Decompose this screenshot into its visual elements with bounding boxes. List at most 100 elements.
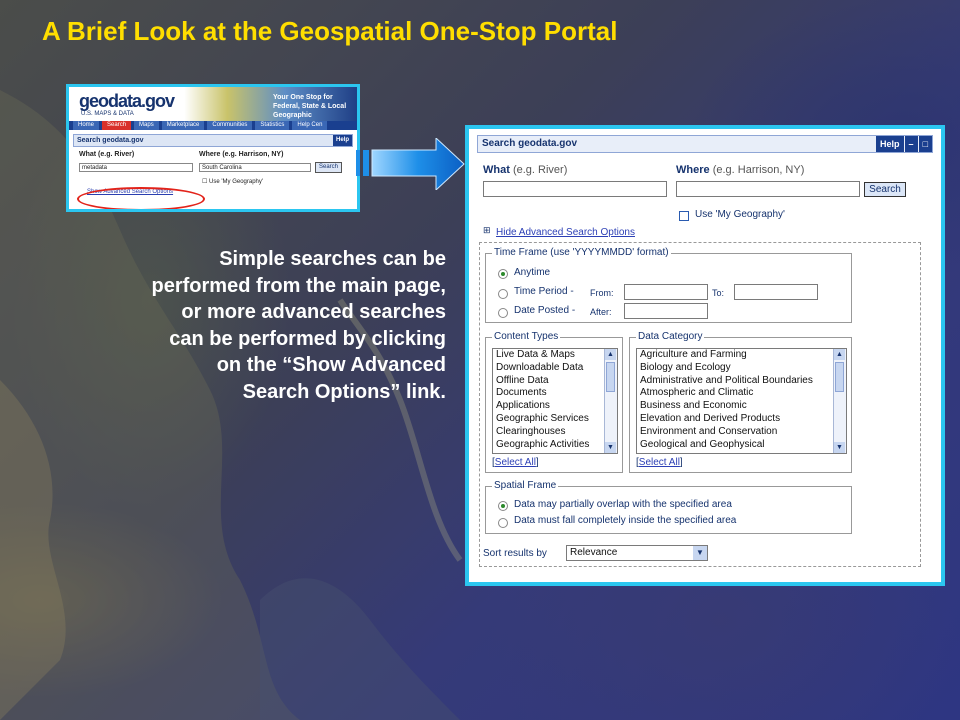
list-item[interactable]: Clearinghouses xyxy=(493,426,617,439)
date-posted-label: Date Posted - xyxy=(514,305,576,316)
collapse-icon[interactable]: ⊞ xyxy=(483,225,491,236)
advanced-search-panel: Search geodata.gov Help – □ What (e.g. R… xyxy=(465,125,945,586)
thumb-tab-communities[interactable]: Communities xyxy=(207,121,253,130)
scroll-up-icon[interactable]: ▲ xyxy=(834,349,845,360)
what-label: What (e.g. River) xyxy=(483,164,567,176)
fully-inside-label: Data must fall completely inside the spe… xyxy=(514,515,737,526)
thumb-help-button[interactable]: Help xyxy=(332,135,352,146)
list-item[interactable]: Geological and Geophysical xyxy=(637,439,846,452)
where-label: Where (e.g. Harrison, NY) xyxy=(676,164,804,176)
thumb-header-title: Search geodata.gov xyxy=(77,137,144,144)
content-types-legend: Content Types xyxy=(492,331,561,342)
list-item[interactable]: Geographic Activities xyxy=(493,439,617,452)
thumb-tab-home[interactable]: Home xyxy=(73,121,100,130)
list-item[interactable]: Live Data & Maps xyxy=(493,349,617,362)
from-date-input[interactable] xyxy=(624,284,708,300)
where-hint: (e.g. Harrison, NY) xyxy=(712,164,805,176)
scroll-thumb[interactable] xyxy=(606,362,615,392)
to-label: To: xyxy=(712,288,725,298)
data-category-legend: Data Category xyxy=(636,331,705,342)
list-item[interactable]: Business and Economic xyxy=(637,400,846,413)
thumb-tab-search[interactable]: Search xyxy=(102,121,132,130)
after-label: After: xyxy=(590,307,612,317)
use-geography-label: Use 'My Geography' xyxy=(695,209,785,220)
logo-subtitle: U.S. MAPS & DATA xyxy=(81,111,134,117)
slide-title: A Brief Look at the Geospatial One-Stop … xyxy=(42,16,618,46)
data-category-scrollbar[interactable]: ▲ ▼ xyxy=(833,349,846,453)
list-item[interactable]: Offline Data xyxy=(493,375,617,388)
time-frame-legend: Time Frame (use 'YYYYMMDD' format) xyxy=(492,247,671,258)
panel-header-buttons: Help – □ xyxy=(875,136,932,152)
help-button[interactable]: Help xyxy=(876,136,904,152)
list-item[interactable]: Agriculture and Farming xyxy=(637,349,846,362)
search-button[interactable]: Search xyxy=(864,182,906,197)
thumb-tab-maps[interactable]: Maps xyxy=(134,121,159,130)
list-item[interactable]: Biology and Ecology xyxy=(637,362,846,375)
thumb-what-input[interactable]: metadata xyxy=(79,163,193,172)
thumb-tab-help[interactable]: Help Cen xyxy=(292,121,328,130)
data-category-listbox[interactable]: Agriculture and Farming Biology and Ecol… xyxy=(636,348,847,454)
data-category-group: Data Category Agriculture and Farming Bi… xyxy=(629,331,852,473)
thumbnail-banner: geodata.gov U.S. MAPS & DATA Your One St… xyxy=(69,87,357,121)
date-posted-radio[interactable] xyxy=(498,308,508,318)
use-geography-checkbox[interactable] xyxy=(679,211,689,221)
list-item[interactable]: Elevation and Derived Products xyxy=(637,413,846,426)
select-all-link[interactable]: Select All xyxy=(639,457,680,468)
what-hint: (e.g. River) xyxy=(512,164,568,176)
hide-advanced-options-link[interactable]: Hide Advanced Search Options xyxy=(496,227,635,238)
partial-overlap-radio[interactable] xyxy=(498,501,508,511)
thumbnail-nav: Home Search Maps Marketplace Communities… xyxy=(69,121,357,130)
thumb-where-input[interactable]: South Carolina xyxy=(199,163,311,172)
content-types-select-all[interactable]: [Select All] xyxy=(492,457,539,468)
anytime-radio[interactable] xyxy=(498,269,508,279)
list-item[interactable]: Administrative and Political Boundaries xyxy=(637,375,846,388)
list-item[interactable]: Atmospheric and Climatic xyxy=(637,387,846,400)
anytime-label: Anytime xyxy=(514,267,551,278)
select-all-link[interactable]: Select All xyxy=(495,457,536,468)
what-input[interactable] xyxy=(483,181,667,197)
list-item[interactable]: Documents xyxy=(493,387,617,400)
spatial-frame-legend: Spatial Frame xyxy=(492,480,559,491)
sort-select[interactable]: Relevance ▼ xyxy=(566,545,708,561)
maximize-icon[interactable]: □ xyxy=(918,136,932,152)
to-date-input[interactable] xyxy=(734,284,818,300)
thumb-search-button[interactable]: Search xyxy=(315,162,343,173)
thumb-tab-marketplace[interactable]: Marketplace xyxy=(161,121,205,130)
where-label-text: Where xyxy=(676,164,710,176)
time-period-label: Time Period - xyxy=(514,286,574,297)
fully-inside-radio[interactable] xyxy=(498,518,508,528)
what-label-text: What xyxy=(483,164,510,176)
list-item[interactable]: Environment and Conservation xyxy=(637,426,846,439)
panel-header: Search geodata.gov Help – □ xyxy=(477,135,933,153)
description-text: Simple searches can be performed from th… xyxy=(151,248,447,403)
scroll-up-icon[interactable]: ▲ xyxy=(605,349,616,360)
list-item[interactable]: Geographic Services xyxy=(493,413,617,426)
chevron-down-icon[interactable]: ▼ xyxy=(693,546,707,560)
time-period-radio[interactable] xyxy=(498,289,508,299)
scroll-down-icon[interactable]: ▼ xyxy=(605,442,616,453)
highlight-ring xyxy=(77,187,205,209)
geodata-logo: geodata.gov xyxy=(79,91,175,111)
thumb-tab-statistics[interactable]: Statistics xyxy=(255,121,290,130)
where-input[interactable] xyxy=(676,181,860,197)
list-item[interactable]: Downloadable Data xyxy=(493,362,617,375)
content-types-group: Content Types Live Data & Maps Downloada… xyxy=(485,331,623,473)
minimize-icon[interactable]: – xyxy=(904,136,918,152)
panel-title: Search geodata.gov xyxy=(482,138,578,149)
content-types-scrollbar[interactable]: ▲ ▼ xyxy=(604,349,617,453)
spatial-frame-group: Spatial Frame Data may partially overlap… xyxy=(485,480,852,534)
list-item[interactable]: Applications xyxy=(493,400,617,413)
right-arrow-icon xyxy=(356,138,465,190)
after-date-input[interactable] xyxy=(624,303,708,319)
scroll-down-icon[interactable]: ▼ xyxy=(834,442,845,453)
content-types-listbox[interactable]: Live Data & Maps Downloadable Data Offli… xyxy=(492,348,618,454)
thumbnail-tagline: Your One Stop for Federal, State & Local… xyxy=(273,94,347,119)
data-category-select-all[interactable]: [Select All] xyxy=(636,457,683,468)
portal-main-page-thumbnail: geodata.gov U.S. MAPS & DATA Your One St… xyxy=(66,84,360,212)
thumb-use-geography[interactable]: ☐ Use 'My Geography' xyxy=(202,178,263,185)
thumb-use-geography-label: Use 'My Geography' xyxy=(209,179,264,185)
scroll-thumb[interactable] xyxy=(835,362,844,392)
time-frame-group: Time Frame (use 'YYYYMMDD' format) Anyti… xyxy=(485,247,852,323)
sort-select-value: Relevance xyxy=(570,547,618,558)
thumb-where-label: Where (e.g. Harrison, NY) xyxy=(199,151,284,158)
